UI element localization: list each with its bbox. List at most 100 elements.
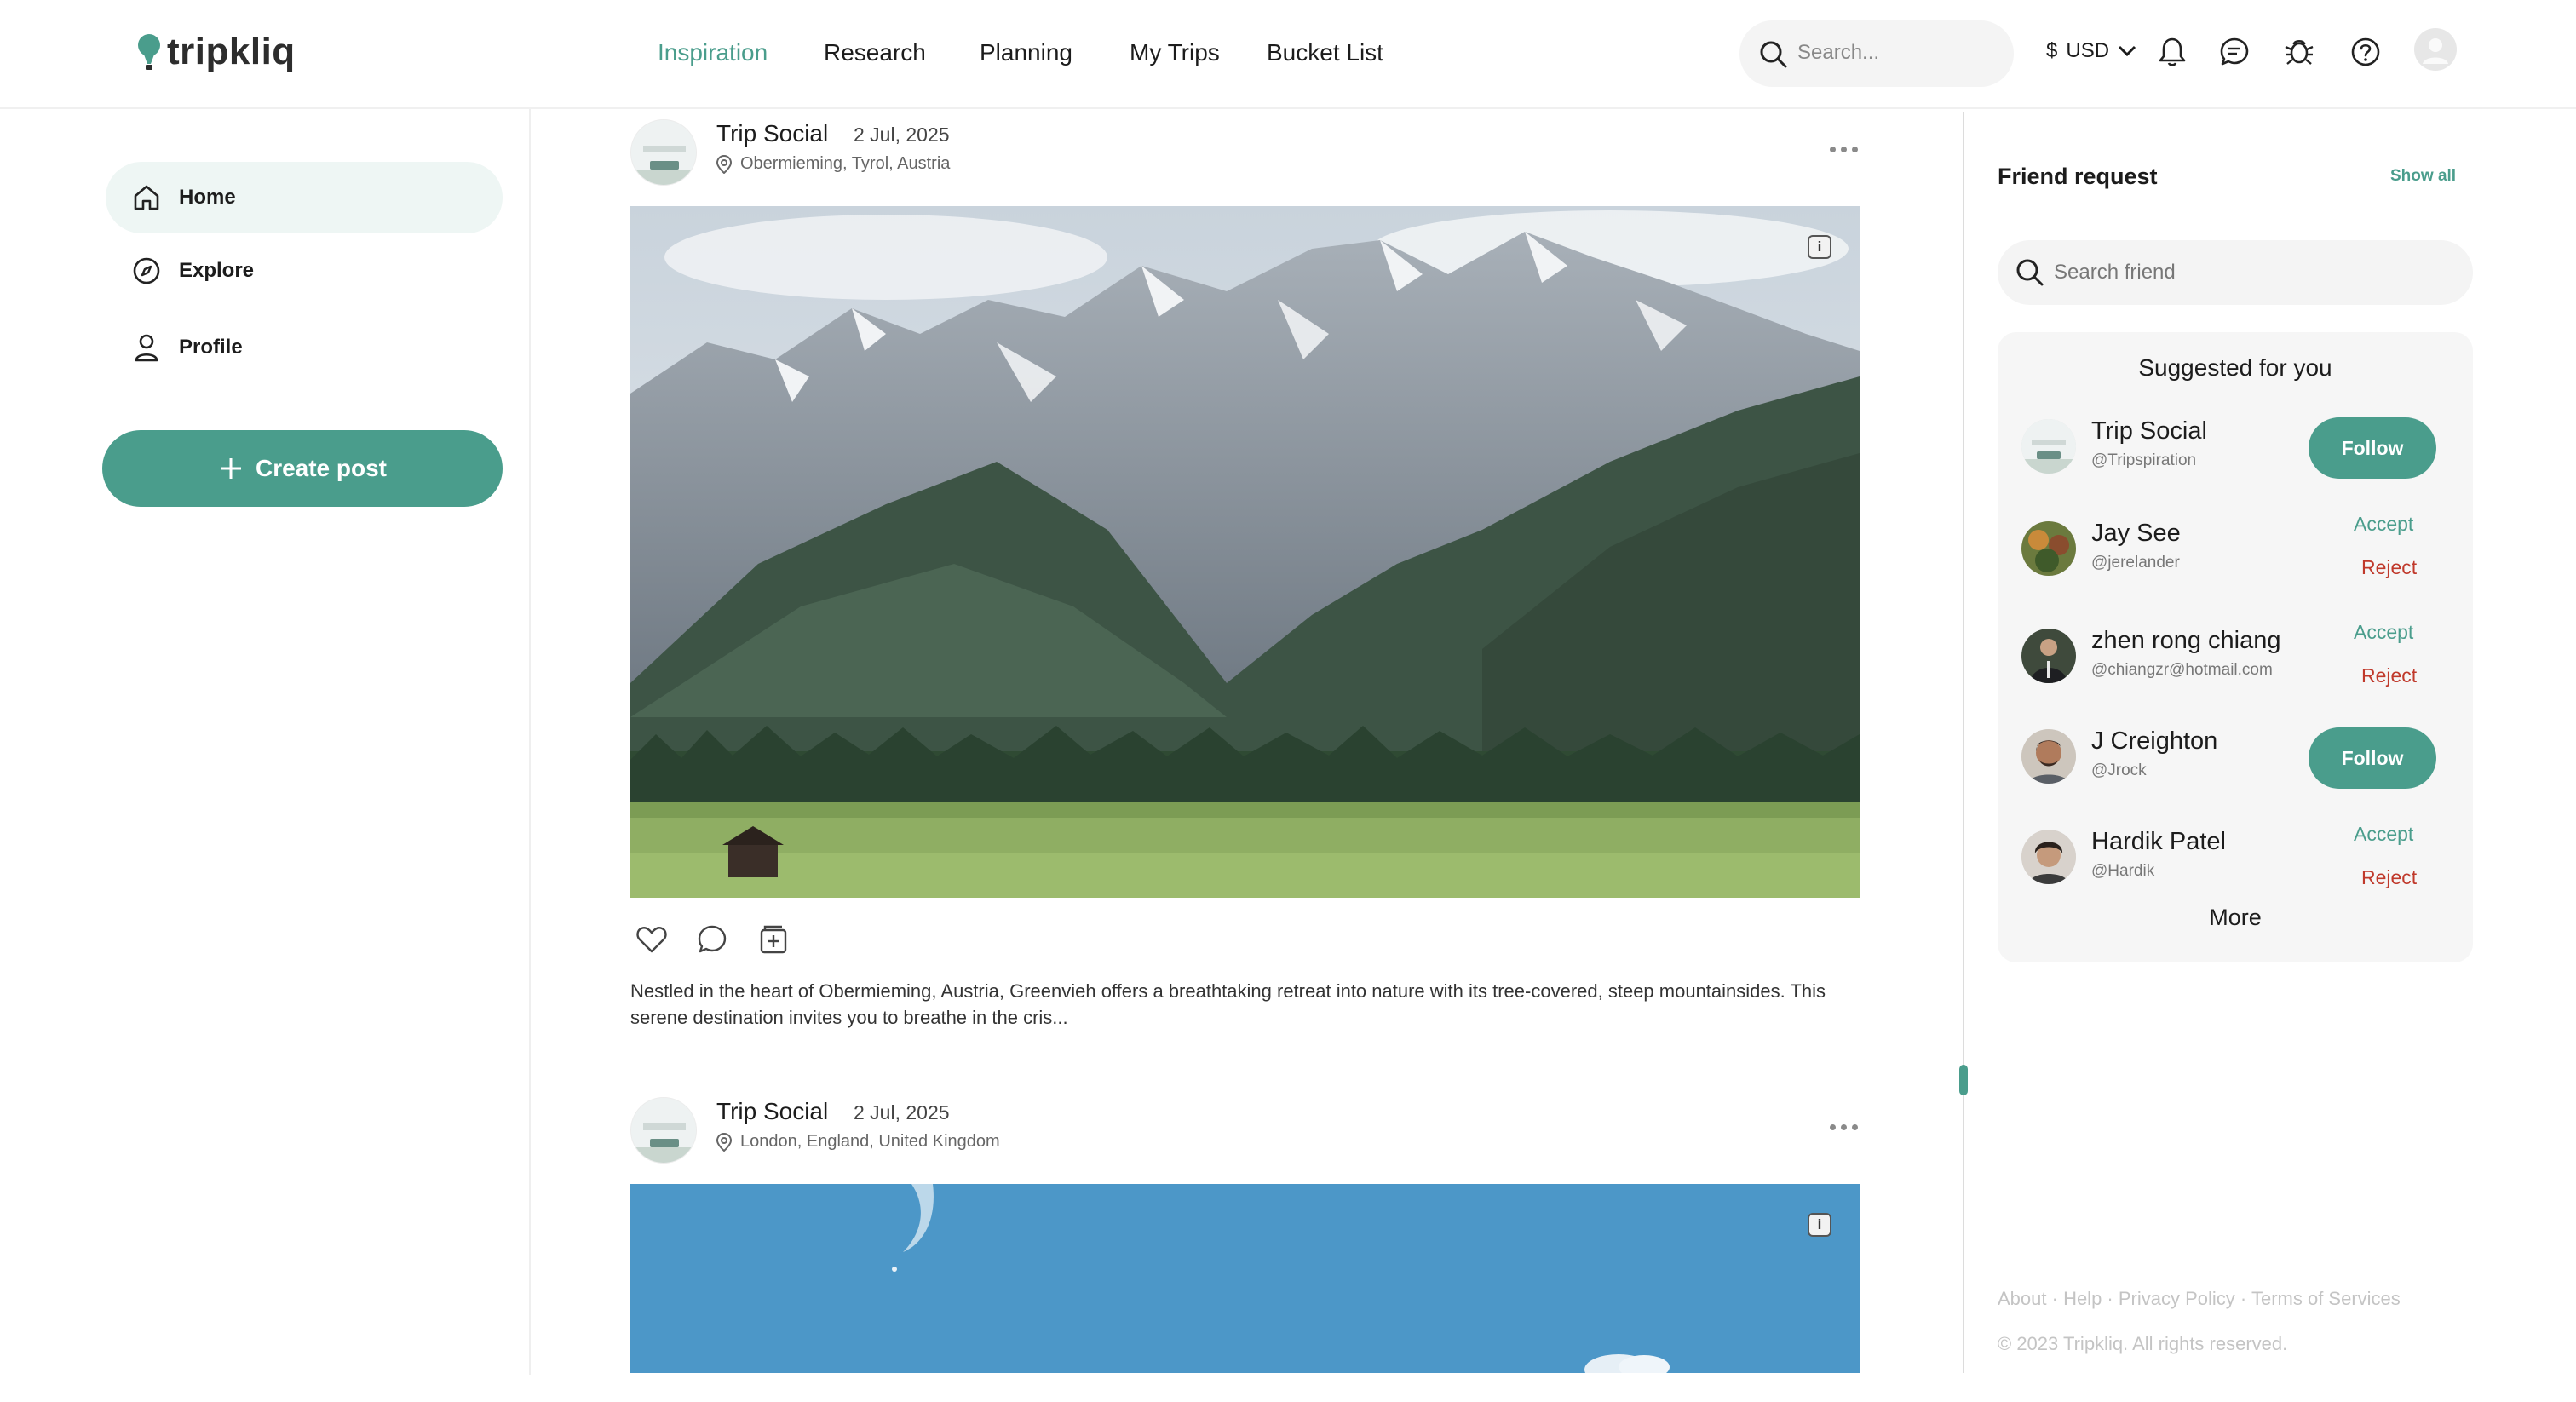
nav-research[interactable]: Research [824, 39, 926, 66]
suggestion-avatar[interactable] [2021, 729, 2076, 784]
currency-symbol: $ [2046, 39, 2058, 62]
post-author-name[interactable]: Trip Social [716, 1098, 828, 1125]
jay-see-avatar-image [2021, 521, 2076, 576]
footer-link-about[interactable]: About [1998, 1288, 2047, 1309]
sidebar-item-label: Profile [179, 336, 243, 359]
post-more-options[interactable] [1830, 144, 1864, 154]
j-creighton-avatar-image [2021, 729, 2076, 784]
suggestion-name[interactable]: Trip Social [2091, 417, 2207, 445]
home-icon [134, 185, 159, 210]
user-avatar[interactable] [2414, 28, 2457, 71]
post-caption[interactable]: Nestled in the heart of Obermieming, Aus… [630, 978, 1860, 1031]
friend-search[interactable] [1998, 240, 2473, 305]
feed-scrollbar-track[interactable] [1963, 112, 1964, 1373]
bell-icon[interactable] [2157, 36, 2188, 68]
post-location: Obermieming, Tyrol, Austria [716, 154, 950, 174]
footer-link-help[interactable]: Help [2063, 1288, 2102, 1309]
suggestion-avatar[interactable] [2021, 830, 2076, 884]
suggested-title: Suggested for you [2138, 354, 2332, 381]
suggestion-avatar[interactable] [2021, 629, 2076, 683]
post-image[interactable]: i [630, 206, 1860, 898]
post-image[interactable]: i [630, 1184, 1860, 1373]
suggestion-handle: @jerelander [2091, 554, 2180, 572]
save-to-collection-icon[interactable] [757, 923, 790, 956]
show-all-link[interactable]: Show all [2390, 167, 2456, 186]
trip-social-avatar-image [2021, 419, 2076, 474]
top-bar: tripkliq Inspiration Research Planning M… [0, 0, 2576, 109]
sidebar-item-profile[interactable]: Profile [106, 312, 503, 383]
global-search-input[interactable] [1797, 36, 1993, 70]
create-post-label: Create post [255, 455, 388, 481]
search-icon [2016, 259, 2044, 286]
more-suggestions-button[interactable]: More [1998, 905, 2473, 931]
suggestion-name[interactable]: Hardik Patel [2091, 828, 2226, 856]
logo-text: tripkliq [167, 31, 296, 72]
help-icon[interactable] [2350, 37, 2381, 67]
post-author-avatar[interactable] [630, 119, 697, 186]
chevron-down-icon [2118, 45, 2136, 57]
accept-button[interactable]: Accept [2354, 513, 2413, 536]
mountain-landscape-image [630, 206, 1860, 898]
tripkliq-logo[interactable]: tripkliq [136, 31, 296, 73]
bug-icon[interactable] [2283, 35, 2315, 67]
footer-link-privacy-policy[interactable]: Privacy Policy [2119, 1288, 2235, 1309]
footer-separator: · [2046, 1288, 2064, 1309]
suggestion-avatar[interactable] [2021, 521, 2076, 576]
feed-scrollbar-thumb[interactable] [1959, 1065, 1968, 1095]
reject-button[interactable]: Reject [2361, 556, 2417, 579]
nav-planning[interactable]: Planning [980, 39, 1072, 66]
post-location-text: Obermieming, Tyrol, Austria [740, 154, 951, 173]
reject-button[interactable]: Reject [2361, 866, 2417, 889]
user-icon [135, 334, 158, 362]
post-date: 2 Jul, 2025 [854, 124, 950, 146]
accept-button[interactable]: Accept [2354, 823, 2413, 846]
sidebar-item-explore[interactable]: Explore [106, 235, 503, 307]
sidebar-divider [529, 109, 531, 1375]
post-author-name[interactable]: Trip Social [716, 120, 828, 147]
follow-button[interactable]: Follow [2309, 727, 2436, 789]
friend-request-title: Friend request [1998, 164, 2158, 189]
avatar-placeholder-icon [2423, 38, 2448, 64]
reject-button[interactable]: Reject [2361, 664, 2417, 687]
post-location: London, England, United Kingdom [716, 1132, 1000, 1152]
suggested-for-you-card: Suggested for you Trip Social @Tripspira… [1998, 332, 2473, 962]
post-location-text: London, England, United Kingdom [740, 1132, 1000, 1151]
trip-social-avatar-image [631, 1098, 696, 1163]
sidebar-item-home[interactable]: Home [106, 162, 503, 233]
footer-links: About · Help · Privacy Policy · Terms of… [1998, 1288, 2401, 1310]
chat-icon[interactable] [2219, 37, 2250, 67]
suggestion-name[interactable]: Jay See [2091, 520, 2181, 548]
suggestion-name[interactable]: zhen rong chiang [2091, 627, 2281, 655]
nav-my-trips[interactable]: My Trips [1130, 39, 1220, 66]
nav-inspiration[interactable]: Inspiration [658, 39, 768, 66]
footer-link-terms[interactable]: Terms of Services [2251, 1288, 2401, 1309]
friend-search-input[interactable] [2054, 256, 2446, 290]
copyright-text: © 2023 Tripkliq. All rights reserved. [1998, 1333, 2288, 1354]
plus-icon [220, 458, 241, 479]
location-pin-icon [716, 154, 732, 174]
post-more-options[interactable] [1830, 1122, 1864, 1132]
currency-code: USD [2066, 39, 2110, 62]
create-post-button[interactable]: Create post [102, 430, 503, 507]
image-info-icon[interactable]: i [1808, 235, 1831, 259]
like-heart-icon[interactable] [635, 923, 668, 956]
logo-balloon-icon [138, 34, 160, 70]
global-search[interactable] [1739, 20, 2014, 87]
location-pin-icon [716, 1132, 732, 1152]
comment-icon[interactable] [696, 923, 728, 956]
suggestion-avatar[interactable] [2021, 419, 2076, 474]
image-info-icon[interactable]: i [1808, 1213, 1831, 1237]
search-icon [1760, 41, 1787, 68]
suggestion-name[interactable]: J Creighton [2091, 727, 2217, 756]
nav-bucket-list[interactable]: Bucket List [1267, 39, 1383, 66]
accept-button[interactable]: Accept [2354, 621, 2413, 644]
currency-selector[interactable]: $ USD [2046, 39, 2136, 63]
hardik-patel-avatar-image [2021, 830, 2076, 884]
post-author-avatar[interactable] [630, 1097, 697, 1164]
footer-separator: · [2234, 1288, 2251, 1309]
suggestion-handle: @Jrock [2091, 761, 2147, 779]
footer-separator: · [2102, 1288, 2119, 1309]
suggestion-handle: @Hardik [2091, 862, 2155, 880]
follow-button[interactable]: Follow [2309, 417, 2436, 479]
suggestion-handle: @Tripspiration [2091, 451, 2197, 469]
